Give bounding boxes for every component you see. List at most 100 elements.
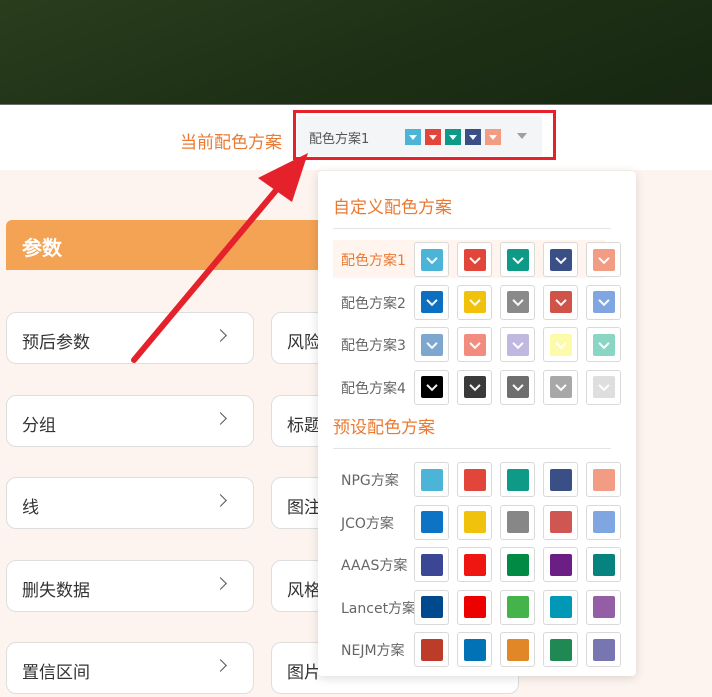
param-card-label: 置信区间 <box>22 663 90 683</box>
color-swatch[interactable] <box>414 547 449 582</box>
scheme-select[interactable]: 配色方案1 <box>297 116 542 156</box>
scheme-option-name: Lancet方案 <box>341 600 417 617</box>
color-swatch[interactable] <box>457 504 492 540</box>
chevron-right-icon <box>214 412 227 425</box>
color-swatch[interactable] <box>414 589 449 625</box>
param-card-label: 线 <box>22 498 39 518</box>
param-card-ci[interactable]: 置信区间 <box>6 642 254 694</box>
top-banner <box>0 0 712 105</box>
color-swatch[interactable] <box>586 284 621 320</box>
color-swatch[interactable] <box>543 632 578 667</box>
color-swatch[interactable] <box>500 284 535 320</box>
preset-schemes-title: 预设配色方案 <box>333 418 435 438</box>
param-card-label: 标题 <box>287 416 321 436</box>
chevron-right-icon <box>214 577 227 590</box>
color-swatch[interactable] <box>414 327 449 362</box>
selected-color-swatch <box>445 129 461 145</box>
selected-color-swatch <box>465 129 481 145</box>
scheme-option[interactable]: 配色方案1 <box>333 240 621 278</box>
color-swatch[interactable] <box>414 462 449 497</box>
color-swatch[interactable] <box>457 589 492 625</box>
scheme-option-name: 配色方案2 <box>341 295 406 312</box>
divider <box>333 448 611 449</box>
scheme-option-name: NPG方案 <box>341 473 399 489</box>
color-swatch[interactable] <box>586 547 621 582</box>
color-swatch[interactable] <box>414 284 449 320</box>
color-swatch[interactable] <box>543 589 578 625</box>
color-swatch[interactable] <box>500 369 535 405</box>
scheme-option[interactable]: 配色方案3 <box>333 325 621 363</box>
scheme-option[interactable]: Lancet方案 <box>333 588 621 626</box>
color-swatch[interactable] <box>586 462 621 497</box>
selected-color-swatch <box>425 129 441 145</box>
color-swatch[interactable] <box>500 589 535 625</box>
color-swatch[interactable] <box>457 547 492 582</box>
color-swatch[interactable] <box>457 284 492 320</box>
selected-color-swatch <box>485 129 501 145</box>
scheme-option-name: JCO方案 <box>341 515 394 532</box>
color-swatch[interactable] <box>500 327 535 362</box>
color-swatch[interactable] <box>414 504 449 540</box>
color-swatch[interactable] <box>500 632 535 667</box>
color-swatch[interactable] <box>586 327 621 362</box>
scheme-option-name: AAAS方案 <box>341 558 408 574</box>
color-swatch[interactable] <box>500 462 535 497</box>
color-swatch[interactable] <box>543 504 578 540</box>
color-swatch[interactable] <box>414 369 449 405</box>
param-card-label: 删失数据 <box>22 581 90 601</box>
color-swatch[interactable] <box>586 369 621 405</box>
param-card-label: 预后参数 <box>22 333 90 353</box>
color-swatch[interactable] <box>543 369 578 405</box>
param-card-group[interactable]: 分组 <box>6 395 254 447</box>
divider <box>333 228 611 229</box>
color-swatch[interactable] <box>414 242 449 277</box>
color-swatch[interactable] <box>500 504 535 540</box>
color-swatch[interactable] <box>543 242 578 277</box>
color-swatch[interactable] <box>586 242 621 277</box>
color-swatch[interactable] <box>414 632 449 667</box>
custom-schemes-title: 自定义配色方案 <box>333 198 452 218</box>
color-swatch[interactable] <box>457 632 492 667</box>
param-card-censored[interactable]: 删失数据 <box>6 560 254 612</box>
color-swatch[interactable] <box>457 242 492 277</box>
param-card-label: 分组 <box>22 416 56 436</box>
scheme-option-name: 配色方案1 <box>341 253 406 269</box>
scheme-option[interactable]: NEJM方案 <box>333 630 621 668</box>
scheme-option[interactable]: JCO方案 <box>333 503 621 541</box>
scheme-option[interactable]: AAAS方案 <box>333 545 621 583</box>
scheme-select-value: 配色方案1 <box>309 132 370 147</box>
scheme-option[interactable]: 配色方案4 <box>333 368 621 406</box>
param-card-label: 图片 <box>287 663 321 683</box>
param-card-line[interactable]: 线 <box>6 477 254 529</box>
chevron-right-icon <box>214 494 227 507</box>
scheme-option[interactable]: 配色方案2 <box>333 283 621 321</box>
color-swatch[interactable] <box>500 547 535 582</box>
color-swatch[interactable] <box>586 632 621 667</box>
params-header: 参数 <box>6 220 336 270</box>
color-swatch[interactable] <box>586 504 621 540</box>
color-swatch[interactable] <box>457 369 492 405</box>
scheme-label: 当前配色方案 <box>180 133 282 153</box>
scheme-option-name: NEJM方案 <box>341 643 405 659</box>
scheme-dropdown: 自定义配色方案 配色方案1 配色方案2 配色方案3 配色方案4 预设配色方案 NPG方… <box>318 171 636 676</box>
selected-color-swatch <box>405 129 421 145</box>
color-swatch[interactable] <box>500 242 535 277</box>
scheme-bar: 当前配色方案 配色方案1 <box>0 106 712 170</box>
chevron-right-icon <box>214 659 227 672</box>
param-card-label: 图注 <box>287 498 321 518</box>
param-card-label: 风险 <box>287 333 321 353</box>
color-swatch[interactable] <box>586 589 621 625</box>
color-swatch[interactable] <box>543 284 578 320</box>
param-card-label: 风格 <box>287 581 321 601</box>
scheme-option[interactable]: NPG方案 <box>333 460 621 498</box>
scheme-option-name: 配色方案4 <box>341 380 406 397</box>
color-swatch[interactable] <box>543 547 578 582</box>
params-header-title: 参数 <box>22 236 62 260</box>
color-swatch[interactable] <box>543 462 578 497</box>
param-card-prognosis[interactable]: 预后参数 <box>6 312 254 364</box>
color-swatch[interactable] <box>543 327 578 362</box>
scheme-option-name: 配色方案3 <box>341 338 406 354</box>
dropdown-arrow-icon[interactable] <box>517 133 527 139</box>
color-swatch[interactable] <box>457 327 492 362</box>
color-swatch[interactable] <box>457 462 492 497</box>
